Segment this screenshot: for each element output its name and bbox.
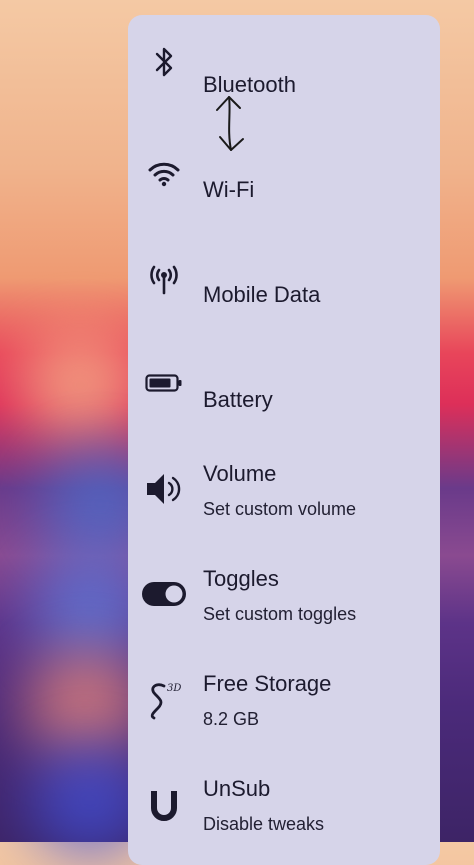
menu-item-volume[interactable]: Volume Set custom volume xyxy=(128,450,440,540)
menu-item-label: UnSub xyxy=(203,776,271,801)
menu-item-bluetooth[interactable]: Bluetooth xyxy=(128,30,440,120)
menu-item-label: Mobile Data xyxy=(203,282,321,307)
menu-item-label: Battery xyxy=(203,387,273,412)
wifi-icon xyxy=(140,149,188,197)
menu-item-subtitle: Set custom toggles xyxy=(203,604,357,624)
menu-item-label: Toggles xyxy=(203,566,279,591)
reorder-arrow-icon xyxy=(216,96,244,151)
quick-menu-panel: Bluetooth Wi-Fi Mobile Data Battery Volu… xyxy=(128,15,440,865)
menu-item-subtitle: Disable tweaks xyxy=(203,814,325,834)
svg-text:3D: 3D xyxy=(167,683,181,694)
menu-item-subtitle: 8.2 GB xyxy=(203,709,260,729)
menu-item-label: Volume xyxy=(203,461,277,486)
storage-icon: 3D xyxy=(140,675,188,723)
menu-item-toggles[interactable]: Toggles Set custom toggles xyxy=(128,555,440,645)
speaker-icon xyxy=(140,465,188,513)
bluetooth-icon xyxy=(140,38,188,86)
wallpaper-blob xyxy=(25,650,145,760)
wallpaper-blob xyxy=(20,330,140,440)
battery-icon xyxy=(140,359,188,407)
toggle-icon xyxy=(140,570,188,618)
menu-item-label: Free Storage xyxy=(203,671,332,696)
unsub-icon xyxy=(140,780,188,828)
menu-item-subtitle: Set custom volume xyxy=(203,499,357,519)
menu-item-label: Wi-Fi xyxy=(203,177,255,202)
menu-item-wifi[interactable]: Wi-Fi xyxy=(128,135,440,225)
menu-item-battery[interactable]: Battery xyxy=(128,345,440,435)
menu-item-mobile-data[interactable]: Mobile Data xyxy=(128,240,440,330)
menu-item-free-storage[interactable]: 3D Free Storage 8.2 GB xyxy=(128,660,440,750)
antenna-icon xyxy=(140,254,188,302)
